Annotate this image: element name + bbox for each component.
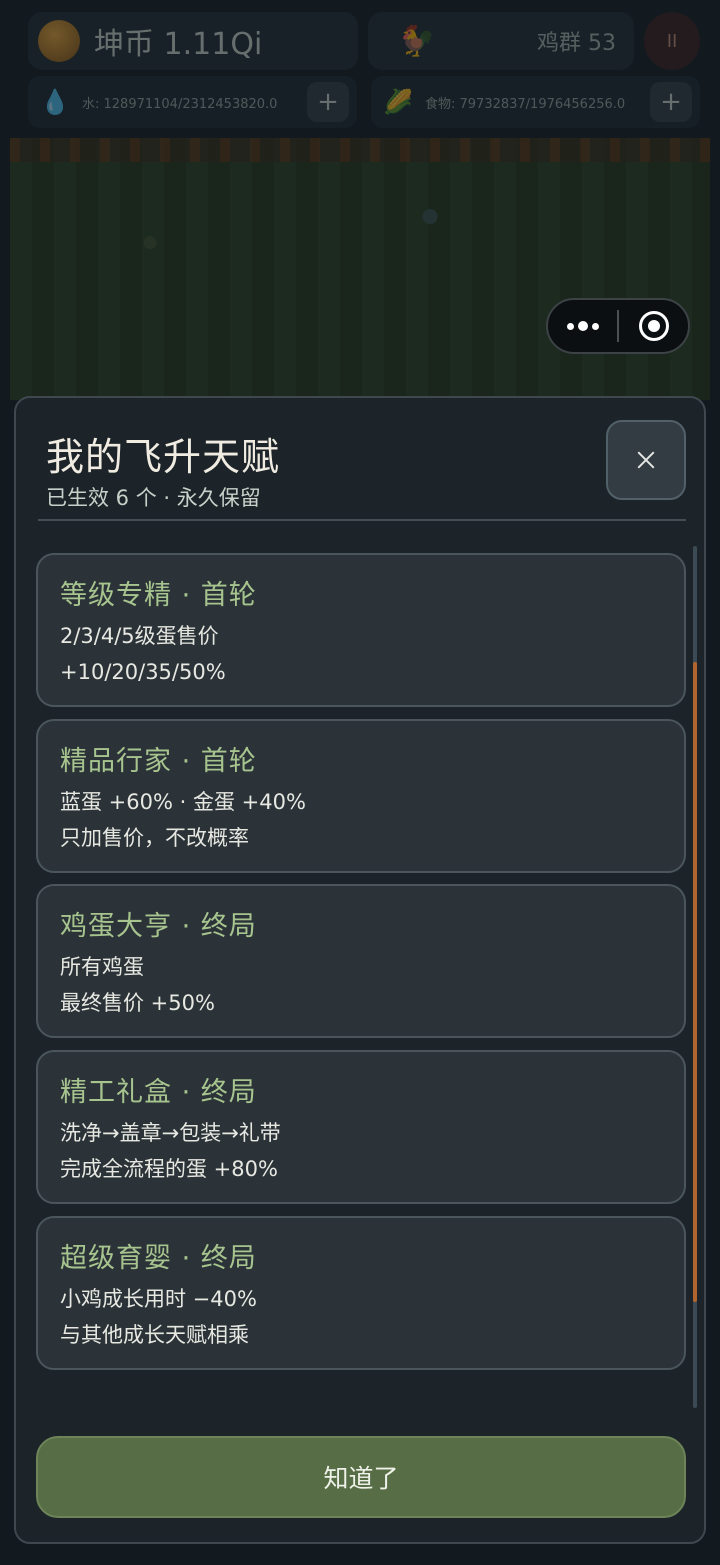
modal-subtitle: 已生效 6 个 · 永久保留 — [46, 486, 261, 510]
talent-title: 超级育婴 · 终局 — [60, 1243, 257, 1274]
flock-count: 鸡群 53 — [537, 31, 616, 56]
talent-desc-line: 洗净→盖章→包装→礼带 — [60, 1121, 281, 1145]
food-resource: 🌽 食物: 79732837/1976456256.0 + — [371, 76, 700, 128]
basketball-coin-icon — [38, 20, 80, 62]
coin-counter: 坤币 1.11Qi — [28, 12, 358, 70]
mini-program-capsule — [546, 298, 690, 354]
talent-card: 精品行家 · 首轮 蓝蛋 +60% · 金蛋 +40% 只加售价，不改概率 — [36, 719, 686, 873]
talent-desc-line: 最终售价 +50% — [60, 991, 215, 1015]
talent-title: 鸡蛋大亨 · 终局 — [60, 911, 257, 942]
water-resource: 💧 水: 128971104/2312453820.0 + — [28, 76, 357, 128]
talent-card: 等级专精 · 首轮 2/3/4/5级蛋售价 +10/20/35/50% — [36, 553, 686, 707]
rooster-icon: 🐓 — [398, 23, 436, 59]
talent-desc-line: 蓝蛋 +60% · 金蛋 +40% — [60, 790, 306, 814]
more-dot-icon — [577, 321, 588, 331]
header-divider — [38, 519, 686, 521]
water-amount: 水: 128971104/2312453820.0 — [82, 96, 278, 112]
pause-button[interactable]: II — [644, 12, 700, 70]
more-dot-icon — [591, 322, 599, 330]
scrollbar-thumb[interactable] — [693, 662, 697, 1302]
scrollbar-track[interactable] — [693, 546, 697, 1408]
close-button[interactable] — [606, 420, 686, 500]
corn-icon: 🌽 — [383, 88, 413, 116]
more-options-button[interactable] — [548, 300, 617, 352]
talent-title: 精工礼盒 · 终局 — [60, 1077, 257, 1108]
talent-desc-line: +10/20/35/50% — [60, 660, 226, 684]
coin-balance: 坤币 1.11Qi — [94, 27, 263, 62]
talent-card: 精工礼盒 · 终局 洗净→盖章→包装→礼带 完成全流程的蛋 +80% — [36, 1050, 686, 1204]
food-amount: 食物: 79732837/1976456256.0 — [425, 96, 626, 112]
talent-desc-line: 只加售价，不改概率 — [60, 826, 249, 850]
flock-counter: 🐓 鸡群 53 — [368, 12, 634, 70]
talent-title: 等级专精 · 首轮 — [60, 580, 257, 611]
modal-title: 我的飞升天赋 — [46, 435, 281, 479]
close-icon — [637, 451, 655, 469]
farm-field — [10, 138, 710, 400]
resource-row: 💧 水: 128971104/2312453820.0 + 🌽 食物: 7973… — [28, 76, 700, 128]
ascension-talents-modal: 我的飞升天赋 已生效 6 个 · 永久保留 等级专精 · 首轮 2/3/4/5级… — [14, 396, 706, 1544]
talent-desc-line: 小鸡成长用时 −40% — [60, 1287, 257, 1311]
water-drop-icon: 💧 — [40, 88, 70, 116]
exit-mini-program-button[interactable] — [619, 300, 688, 352]
target-circle-icon — [638, 311, 669, 341]
talent-desc-line: 所有鸡蛋 — [60, 955, 144, 979]
add-water-button[interactable]: + — [307, 82, 349, 122]
add-food-button[interactable]: + — [650, 82, 692, 122]
talent-desc-line: 2/3/4/5级蛋售价 — [60, 624, 219, 648]
talent-card: 超级育婴 · 终局 小鸡成长用时 −40% 与其他成长天赋相乘 — [36, 1216, 686, 1370]
talent-card: 鸡蛋大亨 · 终局 所有鸡蛋 最终售价 +50% — [36, 884, 686, 1038]
talent-title: 精品行家 · 首轮 — [60, 746, 257, 777]
talent-desc-line: 完成全流程的蛋 +80% — [60, 1157, 278, 1181]
talent-list[interactable]: 等级专精 · 首轮 2/3/4/5级蛋售价 +10/20/35/50% 精品行家… — [36, 553, 686, 1373]
farm-fence — [10, 138, 710, 162]
confirm-button[interactable]: 知道了 — [36, 1436, 686, 1518]
more-dot-icon — [566, 322, 574, 330]
talent-desc-line: 与其他成长天赋相乘 — [60, 1323, 249, 1347]
hud-top-row: 坤币 1.11Qi 🐓 鸡群 53 II — [28, 12, 700, 70]
